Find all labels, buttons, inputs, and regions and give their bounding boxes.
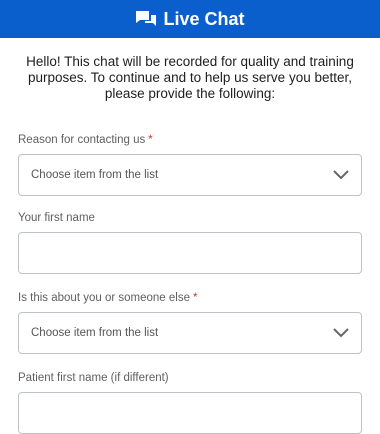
required-mark: * (192, 292, 198, 304)
first-name-field: Your first name (18, 212, 362, 274)
reason-select[interactable]: Choose item from the list (18, 154, 362, 196)
first-name-label: Your first name (18, 212, 95, 224)
first-name-input[interactable] (18, 232, 362, 274)
intro-text: Hello! This chat will be recorded for qu… (26, 54, 354, 101)
about-field: Is this about you or someone else * Choos… (18, 292, 362, 354)
reason-label: Reason for contacting us * (18, 134, 153, 146)
about-select[interactable]: Choose item from the list (18, 312, 362, 354)
pre-chat-form: Reason for contacting us * Choose item fr… (0, 134, 380, 434)
chevron-down-icon (333, 328, 349, 338)
patient-first-name-label: Patient first name (if different) (18, 372, 169, 384)
reason-placeholder: Choose item from the list (31, 169, 159, 181)
about-placeholder: Choose item from the list (31, 327, 159, 339)
required-mark: * (148, 134, 153, 146)
header-title: Live Chat (163, 8, 245, 29)
reason-field: Reason for contacting us * Choose item fr… (18, 134, 362, 196)
about-label: Is this about you or someone else * (18, 292, 198, 304)
patient-first-name-input[interactable] (18, 392, 362, 434)
live-chat-header: Live Chat (0, 0, 380, 38)
chat-bubbles-icon (135, 10, 157, 28)
patient-first-name-field: Patient first name (if different) (18, 372, 362, 434)
chevron-down-icon (333, 170, 349, 180)
